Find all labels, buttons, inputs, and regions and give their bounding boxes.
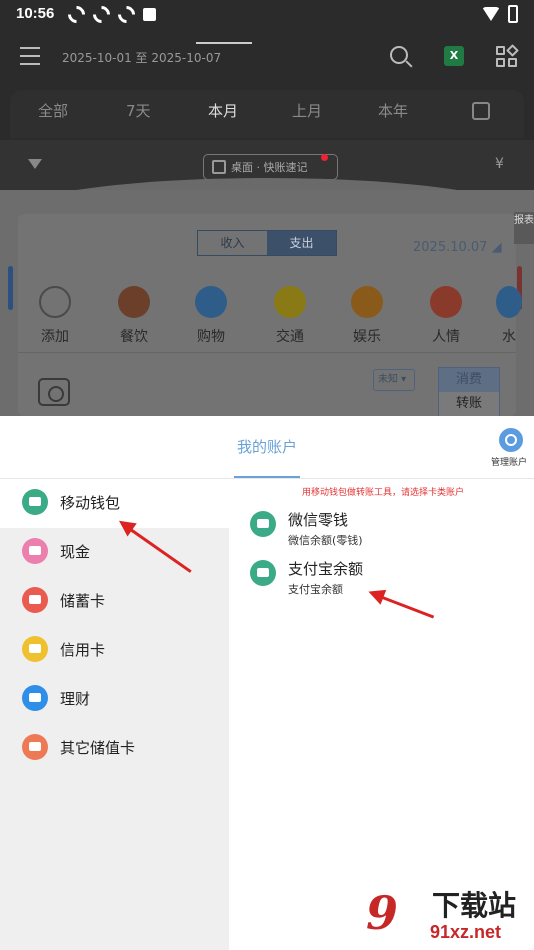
coffee-icon [118,286,150,318]
notification-icon [89,2,114,27]
transfer-option[interactable]: 转账 [439,392,499,416]
quick-entry-button[interactable]: 桌面 · 快账速记 [203,154,338,180]
category-dining[interactable]: 餐饮 [114,286,154,346]
watermark-title: 下载站 [432,889,517,922]
account-type-stored-value-card[interactable]: 其它储值卡 [22,734,135,760]
wallet-alipay[interactable]: 支付宝余额 支付宝余额 [250,558,363,597]
site-watermark: 9 下载站 91xz.net [360,878,534,950]
tab-all[interactable]: 全部 [38,100,68,121]
manage-accounts-label[interactable]: 管理账户 [491,455,527,468]
filter-icon[interactable] [28,159,42,169]
consume-option[interactable]: 消费 [439,368,499,392]
cart-icon [195,286,227,318]
gear-icon[interactable] [499,428,523,452]
tab-this-month[interactable]: 本月 [208,100,238,121]
search-icon[interactable] [390,46,408,64]
category-transport[interactable]: 交通 [270,286,310,346]
battery-icon [508,5,518,23]
wallet-desc: 支付宝余额 [288,583,343,596]
income-tab[interactable]: 收入 [198,231,267,255]
category-shopping[interactable]: 购物 [191,286,231,346]
camera-icon[interactable] [38,378,70,406]
wifi-icon [482,7,500,21]
wallet-wechat[interactable]: 微信零钱 微信余额(零钱) [250,509,363,548]
account-type-cash[interactable]: 现金 [22,538,90,564]
category-gifts[interactable]: 人情 [426,286,466,346]
account-type-credit-card[interactable]: 信用卡 [22,636,105,662]
status-system-icons [482,5,518,23]
account-type-mobile-wallet[interactable]: 移动钱包 [22,489,120,515]
sheet-title: 我的账户 [236,438,297,456]
water-icon [496,286,522,318]
notification-icon [143,8,156,21]
hint-text: 用移动钱包做转账工具，请选择卡类账户 [302,488,465,498]
cash-icon [22,538,48,564]
excel-export-icon[interactable]: X [444,46,464,66]
credit-card-icon [22,636,48,662]
divider [18,352,516,353]
type-toggle: 收入 支出 [197,230,337,256]
card-icon [22,587,48,613]
prepaid-card-icon [22,734,48,760]
watermark-url: 91xz.net [430,922,502,942]
wallet-icon [22,489,48,515]
tab-7days[interactable]: 7天 [126,100,151,121]
date-range[interactable]: 2025-10-01 至 2025-10-07 [62,49,221,66]
unknown-dropdown[interactable]: 未知 ▾ [373,369,415,391]
watermark-logo: 9 [366,886,399,940]
entry-date[interactable]: 2025.10.07 ◢ [413,240,502,255]
notification-icon [64,2,89,27]
menu-icon[interactable] [20,47,40,65]
wallet-icon [250,560,276,586]
status-time: 10:56 [16,5,55,22]
add-icon [39,286,71,318]
status-bar: 10:56 [0,0,534,30]
gift-icon [430,286,462,318]
spend-toggle: 消费 转账 [438,367,500,416]
wallet-name: 支付宝余额 [288,560,364,578]
currency-symbol[interactable]: ¥ [495,156,504,172]
period-tabs: 全部 7天 本月 上月 本年 [10,90,524,138]
car-icon [274,286,306,318]
report-tab[interactable]: 报表 [514,212,534,244]
divider [0,478,534,479]
category-water[interactable]: 水 [494,286,524,346]
apps-grid-icon[interactable] [496,44,519,68]
category-add[interactable]: 添加 [35,286,75,346]
account-type-debit-card[interactable]: 储蓄卡 [22,587,105,613]
entertainment-icon [351,286,383,318]
app-bar: 2025-10-01 至 2025-10-07 X [0,30,534,86]
notification-dot [321,154,328,161]
left-edge-marker [8,266,13,310]
notification-icon [114,2,139,27]
book-icon [212,160,226,174]
quick-entry-label: 桌面 · 快账速记 [231,161,308,174]
tab-this-year[interactable]: 本年 [378,100,408,121]
account-type-investment[interactable]: 理财 [22,685,90,711]
wallet-icon [250,511,276,537]
expense-tab[interactable]: 支出 [267,231,336,255]
status-notification-icons [64,2,156,27]
active-tab-indicator [196,42,252,44]
category-entertainment[interactable]: 娱乐 [347,286,387,346]
calendar-icon[interactable] [472,102,490,120]
tab-last-month[interactable]: 上月 [292,100,322,121]
wallet-name: 微信零钱 [288,511,349,529]
chart-icon [22,685,48,711]
wallet-desc: 微信余额(零钱) [288,534,363,547]
